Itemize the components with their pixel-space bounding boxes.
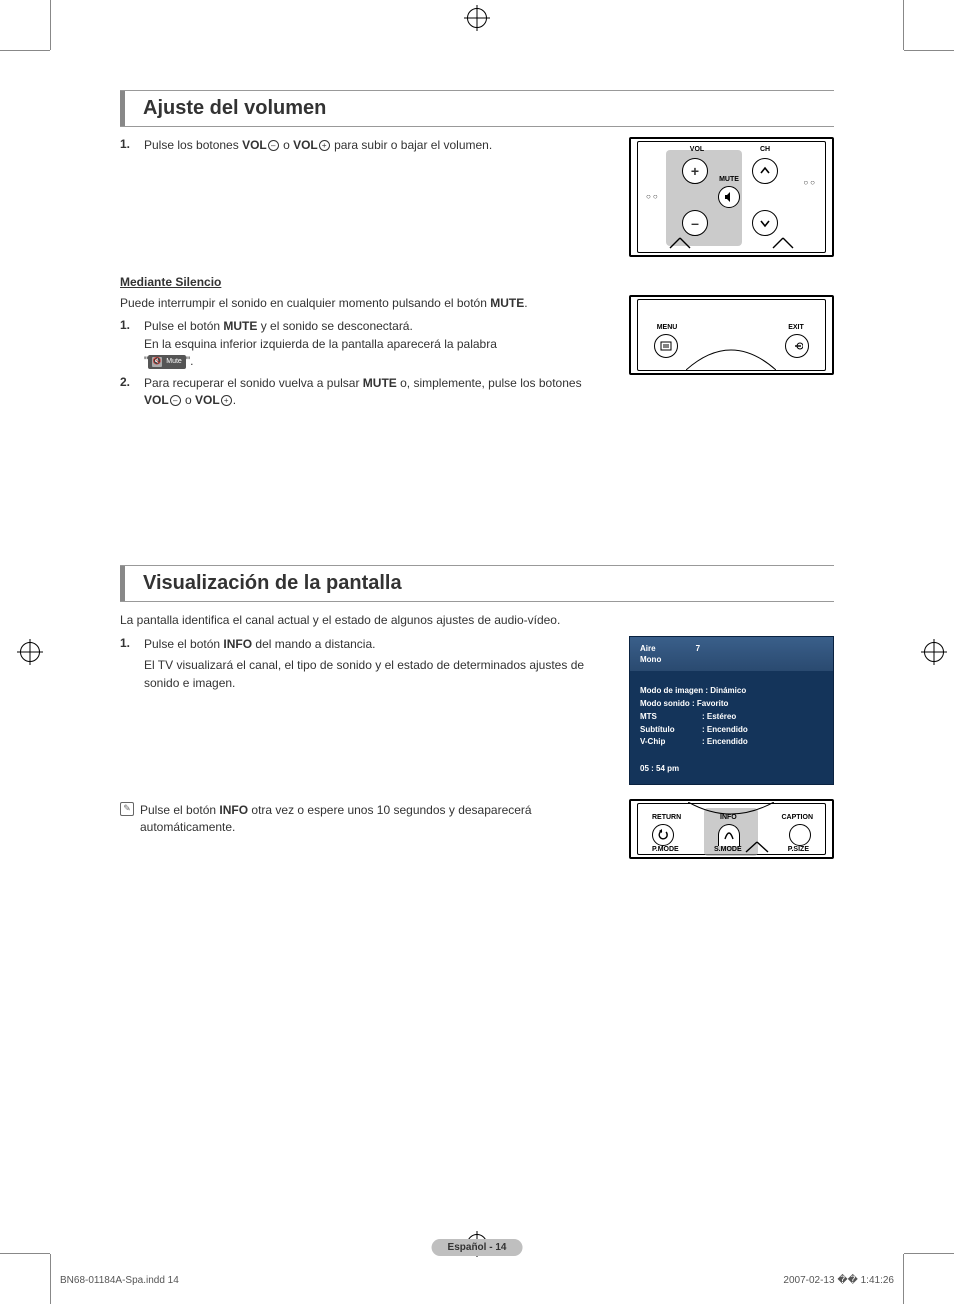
minus-icon: – bbox=[268, 140, 279, 151]
remote-figure-info: RETURN INFO CAPTION P.MODE S.MODE P.SIZE bbox=[629, 799, 834, 859]
osd-channel-num: 7 bbox=[696, 643, 700, 654]
mute-label: MUTE bbox=[714, 176, 744, 183]
step-text: Pulse el botón INFO del mando a distanci… bbox=[144, 636, 609, 653]
caption-button[interactable] bbox=[789, 824, 811, 846]
step-subtext: El TV visualizará el canal, el tipo de s… bbox=[144, 657, 609, 692]
info-button[interactable] bbox=[718, 824, 740, 846]
speaker-mute-icon: 🔇 bbox=[152, 357, 162, 367]
minus-icon: – bbox=[170, 395, 181, 406]
note-icon: ✎ bbox=[120, 802, 134, 816]
osd-vchip-val: : Encendido bbox=[702, 736, 748, 749]
vol-label: VOL bbox=[682, 146, 712, 153]
osd-modo-sonido: Modo sonido : Favorito bbox=[640, 698, 823, 711]
osd-mono: Mono bbox=[640, 654, 823, 665]
psize-label: P.SIZE bbox=[788, 846, 809, 853]
section-title: Ajuste del volumen bbox=[143, 91, 326, 126]
osd-mts-key: MTS bbox=[640, 711, 702, 724]
step-number: 2. bbox=[120, 375, 136, 410]
mute-button[interactable] bbox=[718, 186, 740, 208]
osd-sub-val: : Encendido bbox=[702, 724, 748, 737]
vol-down-button[interactable]: – bbox=[682, 210, 708, 236]
osd-sub-key: Subtítulo bbox=[640, 724, 702, 737]
osd-modo-imagen: Modo de imagen : Dinámico bbox=[640, 685, 823, 698]
return-button[interactable] bbox=[652, 824, 674, 846]
arrow-icon bbox=[742, 840, 772, 854]
osd-info-panel: Aire 7 Mono Modo de imagen : Dinámico Mo… bbox=[629, 636, 834, 785]
registration-mark-icon bbox=[467, 8, 487, 28]
registration-mark-icon bbox=[20, 642, 40, 662]
section-heading-display: Visualización de la pantalla bbox=[120, 565, 834, 602]
menu-label: MENU bbox=[652, 324, 682, 331]
arc-icon bbox=[686, 344, 776, 370]
step-number: 1. bbox=[120, 636, 136, 653]
osd-time: 05 : 54 pm bbox=[640, 763, 823, 776]
vol-up-button[interactable]: + bbox=[682, 158, 708, 184]
paragraph: La pantalla identifica el canal actual y… bbox=[120, 612, 834, 629]
remote-figure-volume: VOL CH MUTE + – ○○ ○○ bbox=[629, 137, 834, 257]
osd-aire: Aire bbox=[640, 643, 656, 654]
osd-vchip-key: V-Chip bbox=[640, 736, 702, 749]
plus-icon: + bbox=[221, 395, 232, 406]
exit-label: EXIT bbox=[781, 324, 811, 331]
ch-label: CH bbox=[750, 146, 780, 153]
info-label: INFO bbox=[720, 814, 737, 821]
section-title: Visualización de la pantalla bbox=[143, 566, 402, 601]
registration-mark-icon bbox=[924, 642, 944, 662]
step-number: 1. bbox=[120, 137, 136, 154]
osd-mts-val: : Estéreo bbox=[702, 711, 736, 724]
note-row: ✎ Pulse el botón INFO otra vez o espere … bbox=[120, 802, 609, 837]
page-number-tag: Español - 14 bbox=[432, 1239, 523, 1256]
step-text: Pulse los botones VOL– o VOL+ para subir… bbox=[144, 137, 609, 154]
smode-label: S.MODE bbox=[714, 846, 742, 853]
ch-down-button[interactable] bbox=[752, 210, 778, 236]
footer-filename: BN68-01184A-Spa.indd 14 bbox=[60, 1275, 179, 1286]
footer-timestamp: 2007-02-13 �� 1:41:26 bbox=[783, 1275, 894, 1286]
ch-up-button[interactable] bbox=[752, 158, 778, 184]
step-text: Pulse el botón MUTE y el sonido se desco… bbox=[144, 318, 609, 370]
exit-button[interactable] bbox=[785, 334, 809, 358]
remote-figure-menu-exit: MENU EXIT bbox=[629, 295, 834, 375]
step-number: 1. bbox=[120, 318, 136, 370]
paragraph: Puede interrumpir el sonido en cualquier… bbox=[120, 295, 609, 312]
arrow-icon bbox=[771, 236, 795, 250]
mute-osd-chip: 🔇Mute bbox=[148, 355, 186, 369]
plus-icon: + bbox=[319, 140, 330, 151]
caption-label: CAPTION bbox=[782, 814, 814, 821]
step-text: Para recuperar el sonido vuelva a pulsar… bbox=[144, 375, 609, 410]
arrow-icon bbox=[668, 236, 692, 250]
section-heading-volume: Ajuste del volumen bbox=[120, 90, 834, 127]
return-label: RETURN bbox=[652, 814, 681, 821]
subheading-mute: Mediante Silencio bbox=[120, 275, 834, 289]
pmode-label: P.MODE bbox=[652, 846, 679, 853]
menu-button[interactable] bbox=[654, 334, 678, 358]
note-text: Pulse el botón INFO otra vez o espere un… bbox=[140, 802, 609, 837]
